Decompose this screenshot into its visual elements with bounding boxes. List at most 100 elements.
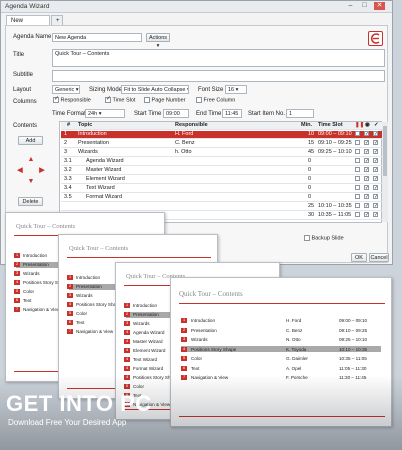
- font-size-select[interactable]: 16 ▾: [225, 85, 247, 94]
- preview-timeslot: 09:25 – 10:10: [339, 337, 368, 342]
- free-column-checkbox[interactable]: Free Column: [196, 97, 235, 103]
- include-toggle[interactable]: ✓: [373, 203, 378, 208]
- checkbox-icon: [304, 235, 310, 241]
- agenda-name-input[interactable]: New Agenda: [52, 33, 142, 42]
- table-row[interactable]: 3.5 Format Wizard 0 ✓ ✓: [61, 194, 382, 202]
- title-input[interactable]: Quick Tour – Contents: [52, 49, 385, 67]
- move-down-icon[interactable]: ▼: [26, 177, 36, 186]
- visible-toggle[interactable]: ✓: [364, 149, 369, 154]
- end-time-input[interactable]: 11:45: [222, 109, 242, 118]
- visible-toggle[interactable]: ✓: [364, 194, 369, 199]
- subtitle-label: Subtitle: [13, 72, 34, 78]
- row-num: 3.5: [64, 194, 72, 200]
- eye-icon: ◉: [365, 122, 370, 128]
- visible-toggle[interactable]: ✓: [364, 203, 369, 208]
- actions-button[interactable]: Actions ▾: [146, 33, 170, 49]
- add-button[interactable]: Add: [18, 136, 43, 145]
- row-mins: 0: [308, 176, 312, 182]
- start-time-label: Start Time: [134, 111, 162, 117]
- preview-item-number: 4: [14, 280, 20, 285]
- pause-toggle[interactable]: [355, 203, 360, 208]
- checkbox-icon: [196, 97, 202, 103]
- row-timeslot: 09:25 – 10:10: [318, 149, 352, 155]
- visible-toggle[interactable]: ✓: [364, 140, 369, 145]
- move-right-icon[interactable]: ▶: [37, 166, 47, 175]
- preview-sub-item: Text Wizard: [133, 357, 157, 362]
- table-row[interactable]: 1 Introduction H. Ford 10 09:00 – 09:10 ✓ ✓: [61, 131, 382, 139]
- pause-toggle[interactable]: [355, 176, 360, 181]
- subtitle-input[interactable]: [52, 70, 385, 82]
- tab-new-agenda[interactable]: New Agenda: [6, 15, 50, 34]
- sizing-mode-select[interactable]: Fit to Slide Auto Collapse ▾: [121, 85, 189, 94]
- start-time-input[interactable]: 09:00: [163, 109, 189, 118]
- preview-timeslot: 10:10 – 10:35: [339, 346, 368, 352]
- visible-toggle[interactable]: ✓: [364, 176, 369, 181]
- visible-toggle[interactable]: ✓: [364, 167, 369, 172]
- include-toggle[interactable]: ✓: [373, 158, 378, 163]
- row-mins: 0: [308, 167, 312, 173]
- agenda-name-label: Agenda Name: [13, 34, 52, 40]
- table-row[interactable]: 2 Presentation C. Benz 15 09:10 – 09:25 ✓ ✓: [61, 140, 382, 148]
- layout-select[interactable]: Generic ▾: [52, 85, 80, 94]
- table-row[interactable]: 3.4 Text Wizard 0 ✓ ✓: [61, 185, 382, 193]
- close-icon[interactable]: ✕: [374, 2, 385, 10]
- visible-toggle[interactable]: ✓: [364, 185, 369, 190]
- tab-add[interactable]: +: [51, 15, 63, 25]
- move-up-icon[interactable]: ▲: [26, 155, 36, 164]
- backup-slide-checkbox[interactable]: Backup Slide: [304, 235, 344, 241]
- checkbox-icon: [105, 96, 111, 103]
- include-toggle[interactable]: ✓: [373, 149, 378, 154]
- table-row[interactable]: 25 10:10 – 10:35 ✓ ✓: [61, 203, 382, 211]
- ok-button[interactable]: OK: [351, 253, 367, 262]
- row-timeslot: 10:10 – 10:35: [318, 203, 352, 209]
- include-toggle[interactable]: ✓: [373, 212, 378, 217]
- move-left-icon[interactable]: ◀: [15, 166, 25, 175]
- start-item-input[interactable]: 1: [286, 109, 314, 118]
- include-toggle[interactable]: ✓: [373, 131, 378, 136]
- pause-toggle[interactable]: [355, 131, 360, 136]
- visible-toggle[interactable]: ✓: [364, 131, 369, 136]
- table-row[interactable]: 3.1 Agenda Wizard 0 ✓ ✓: [61, 158, 382, 166]
- preview-title: Quick Tour – Contents: [179, 290, 243, 298]
- include-toggle[interactable]: ✓: [373, 140, 378, 145]
- maximize-icon[interactable]: □: [359, 2, 370, 10]
- responsible-checkbox[interactable]: Responsible: [53, 96, 91, 103]
- cancel-button[interactable]: Cancel: [369, 253, 389, 262]
- table-row[interactable]: 3 Wizards h. Otto 45 09:25 – 10:10 ✓ ✓: [61, 149, 382, 157]
- preview-responsible: A. Opel: [286, 365, 302, 371]
- page-number-checkbox[interactable]: Page Number: [144, 97, 185, 103]
- include-toggle[interactable]: ✓: [373, 185, 378, 190]
- pause-toggle[interactable]: [355, 194, 360, 199]
- include-toggle[interactable]: ✓: [373, 194, 378, 199]
- include-toggle[interactable]: ✓: [373, 176, 378, 181]
- preview-item-number: 1: [181, 318, 187, 323]
- delete-button[interactable]: Delete: [18, 197, 43, 206]
- preview-item-number: 7: [67, 329, 73, 334]
- pause-toggle[interactable]: [355, 140, 360, 145]
- minimize-icon[interactable]: –: [345, 2, 356, 10]
- pause-toggle[interactable]: [355, 185, 360, 190]
- include-toggle[interactable]: ✓: [373, 167, 378, 172]
- preview-item-number: 5: [14, 289, 20, 294]
- pause-toggle[interactable]: [355, 212, 360, 217]
- row-num: 1: [64, 131, 68, 137]
- row-topic: Presentation: [78, 140, 109, 146]
- pause-toggle[interactable]: [355, 167, 360, 172]
- row-timeslot: 10:35 – 11:05: [318, 212, 352, 218]
- pause-toggle[interactable]: [355, 158, 360, 163]
- time-format-select[interactable]: 24h ▾: [85, 109, 125, 118]
- row-num: 3: [64, 149, 68, 155]
- preview-item-number: 4: [124, 348, 130, 353]
- visible-toggle[interactable]: ✓: [364, 158, 369, 163]
- table-row[interactable]: 3.3 Element Wizard 0 ✓ ✓: [61, 176, 382, 184]
- visible-toggle[interactable]: ✓: [364, 212, 369, 217]
- preview-item: Presentation: [191, 327, 217, 333]
- preview-responsible: N. Otto: [286, 337, 301, 342]
- row-mins: 0: [308, 185, 312, 191]
- table-row[interactable]: 3.2 Master Wizard 0 ✓ ✓: [61, 167, 382, 175]
- row-timeslot: 09:10 – 09:25: [318, 140, 352, 146]
- preview-item: Wizards: [23, 271, 40, 276]
- time-slot-checkbox[interactable]: Time Slot: [105, 96, 135, 103]
- pause-toggle[interactable]: [355, 149, 360, 154]
- scrollbar-thumb[interactable]: [383, 126, 387, 176]
